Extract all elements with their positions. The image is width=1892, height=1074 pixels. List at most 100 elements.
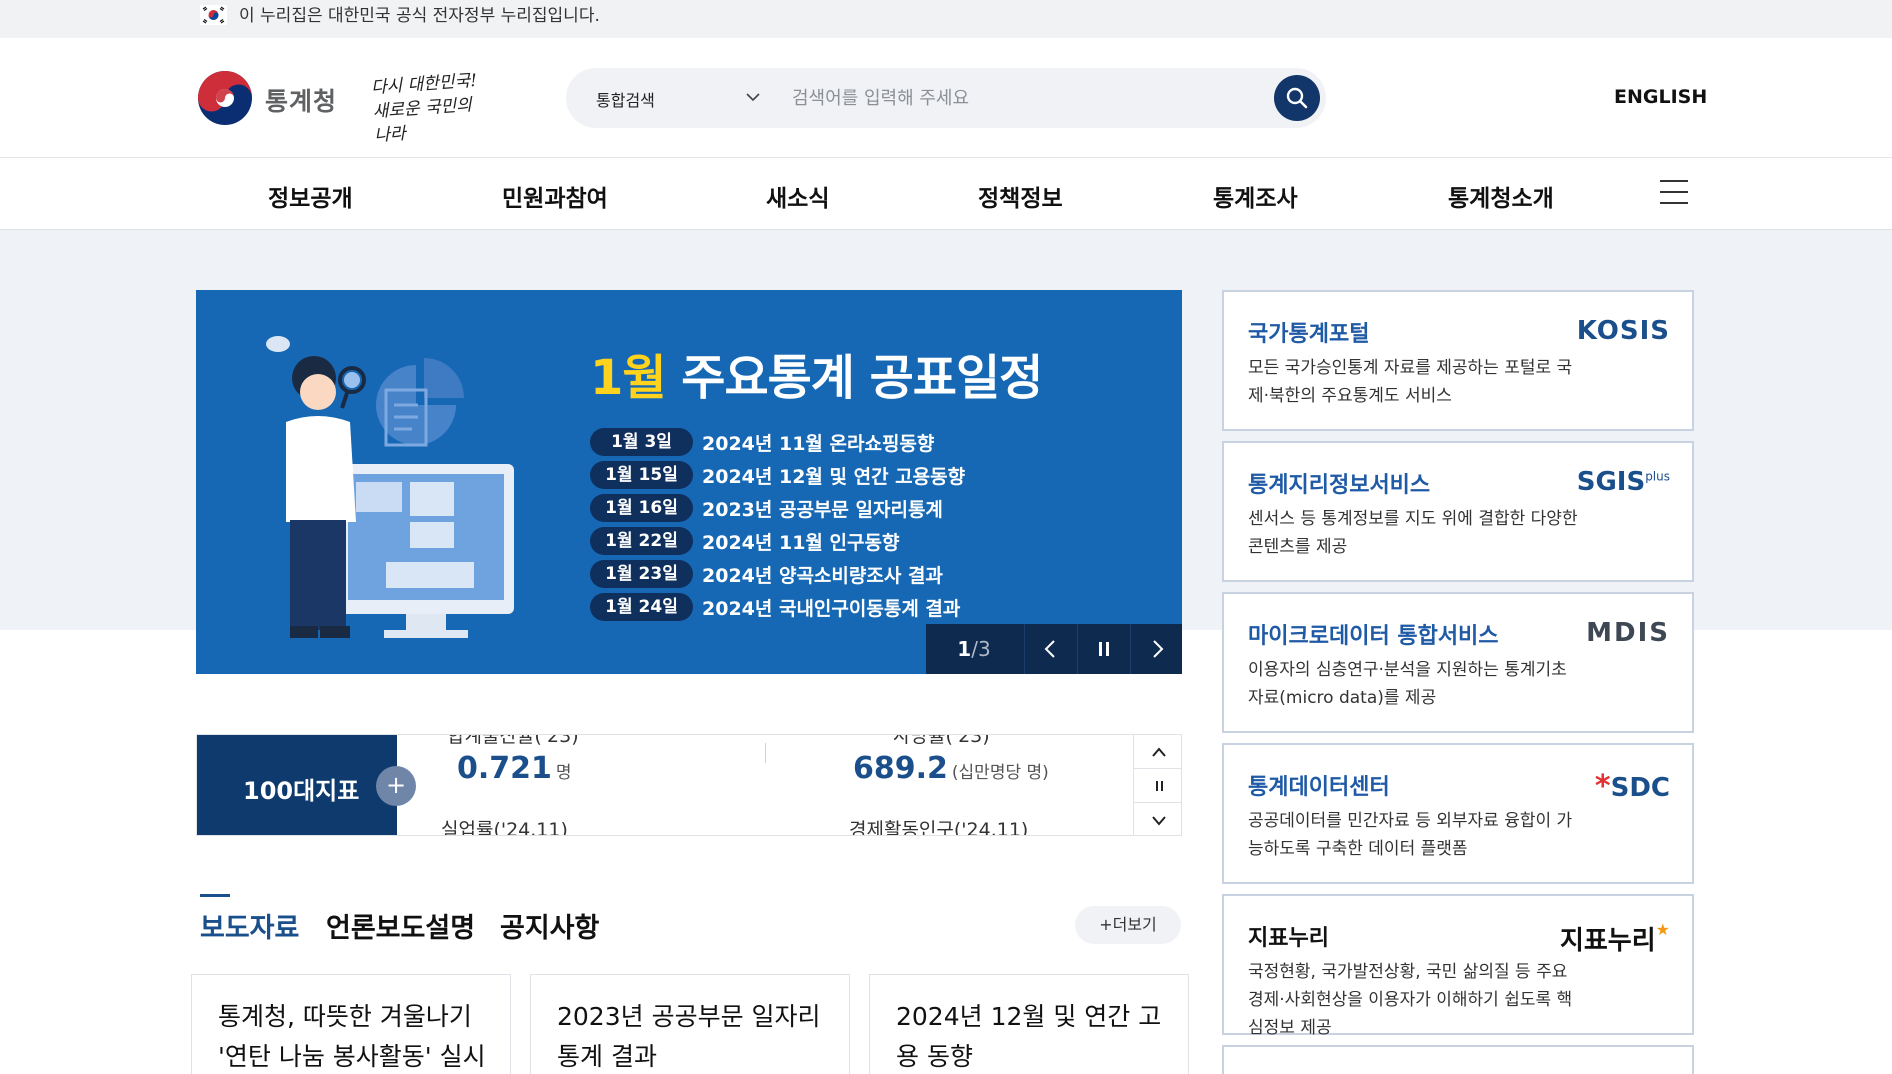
- hero-banner[interactable]: 1월 주요통계 공표일정 1월 3일 2024년 11월 온라쇼핑동향 1월 1…: [196, 290, 1182, 674]
- star-icon: ★: [1655, 920, 1670, 939]
- slide-next-button[interactable]: [1130, 624, 1182, 674]
- schedule-text: 2023년 공공부문 일자리통계: [702, 499, 943, 521]
- slide-current: 1: [957, 637, 972, 661]
- indicators-panel: 100대지표 합계출산율('23) 0.721 명 실업률('24.11) 사망률…: [196, 734, 1182, 836]
- government-emblem-icon[interactable]: [196, 69, 254, 127]
- gnb-item-info-disclosure[interactable]: 정보공개: [268, 179, 353, 213]
- news-title: 2023년 공공부문 일자리 통계 결과: [557, 1002, 821, 1071]
- service-name: 통계지리정보서비스: [1248, 473, 1431, 498]
- indicator-number: 689.2: [853, 751, 948, 786]
- indicator-caption: 합계출산율('23): [447, 734, 579, 747]
- schedule-date: 1월 16일: [590, 494, 693, 522]
- sgis-logo-sup: plus: [1645, 469, 1670, 484]
- indicator-value: 689.2 (십만명당 명): [853, 751, 1049, 786]
- star-icon: *: [1594, 769, 1611, 804]
- chevron-left-icon: [1044, 640, 1055, 658]
- korea-flag-icon: [200, 5, 227, 25]
- analyst-illustration: [266, 336, 514, 638]
- schedule-text: 2024년 국내인구이동통계 결과: [702, 598, 961, 620]
- schedule-text: 2024년 11월 인구동향: [702, 532, 900, 554]
- news-title: 2024년 12월 및 연간 고용 동향: [896, 1002, 1162, 1071]
- chevron-down-icon[interactable]: [744, 88, 762, 106]
- service-desc: 이용자의 심층연구·분석을 지원하는 통계기초자료(micro data)를 제…: [1248, 660, 1567, 708]
- indicator-controls: [1133, 735, 1181, 835]
- kosis-logo: KOSIS: [1576, 316, 1670, 346]
- slider-controls: 1/3: [926, 624, 1182, 674]
- sgis-logo: SGISplus: [1577, 467, 1670, 497]
- jipyo-logo: 지표누리★: [1560, 920, 1670, 957]
- slide-prev-button[interactable]: [1024, 624, 1076, 674]
- service-desc: 센서스 등 통계정보를 지도 위에 결합한 다양한 콘텐츠를 제공: [1248, 509, 1578, 557]
- service-name: 통계데이터센터: [1248, 775, 1390, 800]
- mdis-logo: MDIS: [1586, 618, 1670, 648]
- active-tab-indicator: [200, 894, 230, 897]
- sdc-logo: *SDC: [1595, 769, 1670, 804]
- gnb-item-civil-participation[interactable]: 민원과참여: [502, 179, 608, 213]
- indicator-value: 0.721 명: [457, 751, 572, 786]
- jipyo-logo-text: 지표누리: [1559, 926, 1656, 956]
- sgis-logo-text: SGIS: [1576, 467, 1646, 497]
- service-card-partial[interactable]: [1222, 1045, 1694, 1074]
- schedule-text: 2024년 양곡소비량조사 결과: [702, 565, 943, 587]
- service-desc: 모든 국가승인통계 자료를 제공하는 포털로 국제·북한의 주요통계도 서비스: [1248, 358, 1573, 406]
- main-navigation: 정보공개 민원과참여 새소식 정책정보 통계조사 통계청소개: [0, 158, 1892, 230]
- pause-icon: [1156, 781, 1163, 791]
- gnb-item-news[interactable]: 새소식: [766, 179, 829, 213]
- indicator-pause-button[interactable]: [1133, 769, 1181, 803]
- indicator-number: 0.721: [457, 751, 552, 786]
- service-desc: 국정현황, 국가발전상황, 국민 삶의질 등 주요 경제·사회현상을 이용자가 …: [1248, 962, 1573, 1038]
- indicators-header[interactable]: 100대지표: [197, 735, 397, 835]
- tab-press-release[interactable]: 보도자료: [200, 906, 299, 945]
- slide-counter: 1/3: [926, 624, 1022, 674]
- tab-notice[interactable]: 공지사항: [500, 906, 599, 945]
- slogan: 다시 대한민국! 새로운 국민의 나라: [370, 68, 491, 146]
- logo-text[interactable]: 통계청: [265, 82, 337, 118]
- search-input[interactable]: [792, 80, 1242, 116]
- sdc-logo-text: SDC: [1610, 773, 1670, 803]
- indicator-caption: 실업률('24.11): [441, 819, 568, 836]
- gnb-item-survey[interactable]: 통계조사: [1213, 179, 1298, 213]
- search-button[interactable]: [1274, 75, 1320, 121]
- indicator-unit: (십만명당 명): [951, 763, 1049, 783]
- service-card-jipyo[interactable]: 지표누리 국정현황, 국가발전상황, 국민 삶의질 등 주요 경제·사회현상을 …: [1222, 894, 1694, 1038]
- search-scope-select[interactable]: 통합검색: [596, 87, 655, 111]
- chevron-up-icon: [1152, 747, 1166, 757]
- service-name: 마이크로데이터 통합서비스: [1248, 624, 1499, 649]
- hero-title: 1월 주요통계 공표일정: [590, 338, 1043, 408]
- header: 통계청 다시 대한민국! 새로운 국민의 나라 통합검색 ENGLISH: [0, 38, 1892, 158]
- news-card[interactable]: 통계청, 따뜻한 겨울나기 '연탄 나눔 봉사활동' 실시: [191, 974, 511, 1074]
- search-icon: [1286, 87, 1308, 109]
- slide-pause-button[interactable]: [1077, 624, 1129, 674]
- schedule-date: 1월 23일: [590, 560, 693, 588]
- gnb-item-policy[interactable]: 정책정보: [978, 179, 1063, 213]
- service-card-sdc[interactable]: 통계데이터센터 공공데이터를 민간자료 등 외부자료 융합이 가능하도록 구축한…: [1222, 743, 1694, 884]
- schedule-date: 1월 15일: [590, 461, 693, 489]
- hamburger-menu-icon[interactable]: [1660, 180, 1688, 206]
- indicator-divider: [765, 743, 766, 763]
- service-card-kosis[interactable]: 국가통계포털 모든 국가승인통계 자료를 제공하는 포털로 국제·북한의 주요통…: [1222, 290, 1694, 431]
- news-card[interactable]: 2023년 공공부문 일자리 통계 결과: [530, 974, 850, 1074]
- news-title: 통계청, 따뜻한 겨울나기 '연탄 나눔 봉사활동' 실시: [218, 1002, 486, 1071]
- indicator-caption: 경제활동인구('24.11): [849, 819, 1029, 836]
- hero-title-text: 주요통계 공표일정: [681, 350, 1043, 406]
- indicator-unit: 명: [555, 763, 572, 783]
- service-name: 국가통계포털: [1248, 322, 1370, 347]
- language-english-link[interactable]: ENGLISH: [1614, 86, 1707, 108]
- pause-icon: [1099, 642, 1109, 656]
- slide-total: /3: [971, 637, 991, 661]
- hero-title-month: 1월: [590, 350, 667, 406]
- service-card-sgis[interactable]: 통계지리정보서비스 센서스 등 통계정보를 지도 위에 결합한 다양한 콘텐츠를…: [1222, 441, 1694, 582]
- tab-press-explanation[interactable]: 언론보도설명: [326, 906, 475, 945]
- indicators-label: 100대지표: [243, 777, 360, 805]
- indicator-caption: 사망률('23): [893, 734, 990, 747]
- indicator-down-button[interactable]: [1133, 803, 1181, 835]
- service-desc: 공공데이터를 민간자료 등 외부자료 융합이 가능하도록 구축한 데이터 플랫폼: [1248, 811, 1573, 859]
- news-card[interactable]: 2024년 12월 및 연간 고용 동향: [869, 974, 1189, 1074]
- gov-banner-text[interactable]: 이 누리집은 대한민국 공식 전자정부 누리집입니다.: [239, 5, 600, 27]
- schedule-text: 2024년 12월 및 연간 고용동향: [702, 466, 966, 488]
- indicators-more-plus-icon[interactable]: +: [376, 766, 416, 806]
- indicator-up-button[interactable]: [1133, 735, 1181, 769]
- more-button[interactable]: +더보기: [1075, 906, 1181, 944]
- gnb-item-about[interactable]: 통계청소개: [1448, 179, 1554, 213]
- service-card-mdis[interactable]: 마이크로데이터 통합서비스 이용자의 심층연구·분석을 지원하는 통계기초자료(…: [1222, 592, 1694, 733]
